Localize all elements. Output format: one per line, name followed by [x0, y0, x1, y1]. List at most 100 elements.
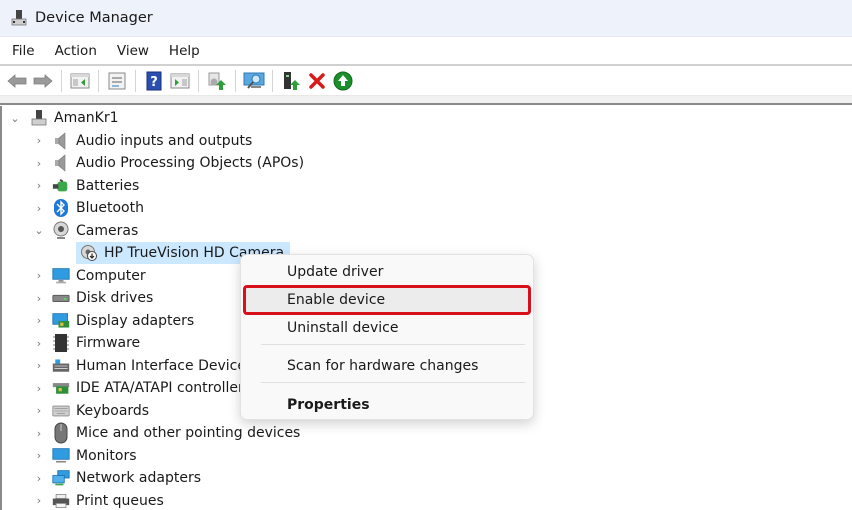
menu-file[interactable]: File: [0, 43, 35, 59]
tree-category-label: Disk drives: [76, 290, 154, 306]
menu-separator: [261, 344, 525, 345]
bluetooth-icon: [52, 199, 70, 217]
tree-category[interactable]: › Audio Processing Objects (APOs): [34, 152, 304, 174]
chevron-right-icon[interactable]: ›: [34, 337, 44, 350]
menu-item-enable-device[interactable]: Enable device: [243, 285, 531, 315]
chevron-down-icon[interactable]: ⌄: [10, 112, 20, 125]
menu-action[interactable]: Action: [43, 43, 97, 59]
tree-category[interactable]: › Monitors: [34, 445, 137, 467]
enable-device-button[interactable]: [332, 70, 354, 92]
speaker-icon: [52, 131, 70, 150]
update-driver-button[interactable]: [206, 70, 228, 92]
tree-category[interactable]: ⌄ Cameras: [34, 220, 138, 242]
firmware-chip-icon: [52, 334, 70, 352]
tree-category-label: Batteries: [76, 177, 140, 194]
action-pane-icon: [170, 73, 190, 89]
speaker-icon: [52, 154, 70, 172]
tree-category[interactable]: › Audio inputs and outputs: [34, 130, 252, 152]
tree-category[interactable]: › Print queues: [34, 490, 164, 510]
tree-category[interactable]: › IDE ATA/ATAPI controllers: [34, 377, 251, 399]
console-tree-icon: [70, 73, 90, 89]
scan-hardware-changes-button[interactable]: [243, 70, 265, 92]
tree-category-label: Bluetooth: [76, 200, 144, 216]
network-icon: [52, 469, 70, 487]
tree-category-label: Mice and other pointing devices: [76, 425, 301, 441]
chevron-right-icon[interactable]: ›: [34, 202, 44, 215]
tree-category[interactable]: › Firmware: [34, 332, 140, 354]
tree-category-label: Print queues: [76, 492, 164, 509]
tree-category[interactable]: › Bluetooth: [34, 197, 144, 219]
toolbar-separator: [135, 70, 136, 92]
show-hide-action-pane-button[interactable]: [169, 70, 191, 92]
tree-category[interactable]: › Keyboards: [34, 400, 149, 422]
tree-root[interactable]: ⌄ AmanKr1: [10, 107, 119, 129]
chevron-right-icon[interactable]: ›: [34, 179, 44, 192]
show-hide-console-tree-button[interactable]: [69, 70, 91, 92]
chevron-right-icon[interactable]: ›: [34, 134, 44, 147]
toolbar-separator: [198, 70, 199, 92]
context-menu: Update driver Enable device Uninstall de…: [240, 254, 534, 420]
tree-category-label: Audio Processing Objects (APOs): [76, 155, 305, 171]
chevron-right-icon[interactable]: ›: [34, 472, 44, 485]
tree-category[interactable]: › Disk drives: [34, 287, 153, 309]
tree-category-label: IDE ATA/ATAPI controllers: [76, 380, 252, 396]
help-icon: ?: [146, 71, 162, 91]
tree-category[interactable]: › Computer: [34, 265, 146, 287]
display-adapter-icon: [52, 312, 70, 330]
hid-icon: [52, 357, 70, 375]
tree-root-label: AmanKr1: [54, 110, 119, 126]
mouse-icon: [52, 422, 70, 444]
help-button[interactable]: ?: [143, 70, 165, 92]
menu-view[interactable]: View: [105, 43, 149, 59]
enable-device-icon: [333, 71, 353, 91]
tree-category-label: Audio inputs and outputs: [76, 132, 253, 149]
back-button[interactable]: [6, 70, 28, 92]
computer-tower-icon: [30, 109, 48, 127]
tree-category-label: Human Interface Devices: [76, 357, 254, 374]
device-manager-icon: [10, 9, 28, 27]
update-driver-icon: [208, 72, 226, 90]
menu-item-uninstall-device[interactable]: Uninstall device: [245, 315, 529, 341]
chevron-right-icon[interactable]: ›: [34, 494, 44, 507]
chevron-down-icon[interactable]: ⌄: [34, 224, 44, 237]
chevron-right-icon[interactable]: ›: [34, 292, 44, 305]
disabled-camera-icon: [80, 244, 98, 262]
computer-icon: [52, 267, 70, 285]
chevron-right-icon[interactable]: ›: [34, 404, 44, 417]
menu-item-properties[interactable]: Properties: [245, 392, 529, 418]
tree-category[interactable]: › Batteries: [34, 175, 140, 197]
tree-category-label: Display adapters: [76, 312, 195, 329]
tree-category[interactable]: › Human Interface Devices: [34, 355, 253, 377]
menu-item-scan-hardware-changes[interactable]: Scan for hardware changes: [245, 353, 529, 379]
uninstall-device-button[interactable]: [306, 70, 328, 92]
chevron-right-icon[interactable]: ›: [34, 359, 44, 372]
toolbar-separator: [272, 70, 273, 92]
menu-bar: File Action View Help: [0, 38, 852, 66]
toolbar-separator: [98, 70, 99, 92]
chevron-right-icon[interactable]: ›: [34, 314, 44, 327]
battery-icon: [52, 177, 70, 195]
back-arrow-icon: [7, 74, 27, 88]
chevron-right-icon[interactable]: ›: [34, 382, 44, 395]
tree-category[interactable]: › Mice and other pointing devices: [34, 422, 300, 444]
chevron-right-icon[interactable]: ›: [34, 427, 44, 440]
chevron-right-icon[interactable]: ›: [34, 449, 44, 462]
toolbar-separator: [61, 70, 62, 92]
forward-button[interactable]: [32, 70, 54, 92]
title-bar: Device Manager: [0, 0, 852, 37]
tree-category[interactable]: › Display adapters: [34, 310, 194, 332]
menu-item-update-driver[interactable]: Update driver: [245, 259, 529, 285]
properties-sheet-icon: [108, 72, 126, 90]
tree-category[interactable]: › Network adapters: [34, 467, 201, 489]
menu-help[interactable]: Help: [157, 43, 200, 59]
chevron-right-icon[interactable]: ›: [34, 157, 44, 170]
chevron-right-icon[interactable]: ›: [34, 269, 44, 282]
toolbar-divider: [0, 96, 852, 105]
tree-category-label: Keyboards: [76, 402, 150, 419]
add-legacy-hardware-button[interactable]: [280, 70, 302, 92]
disk-drive-icon: [52, 289, 70, 307]
ide-controller-icon: [52, 379, 70, 397]
svg-text:?: ?: [150, 75, 158, 90]
webcam-icon: [52, 221, 70, 240]
properties-button[interactable]: [106, 70, 128, 92]
